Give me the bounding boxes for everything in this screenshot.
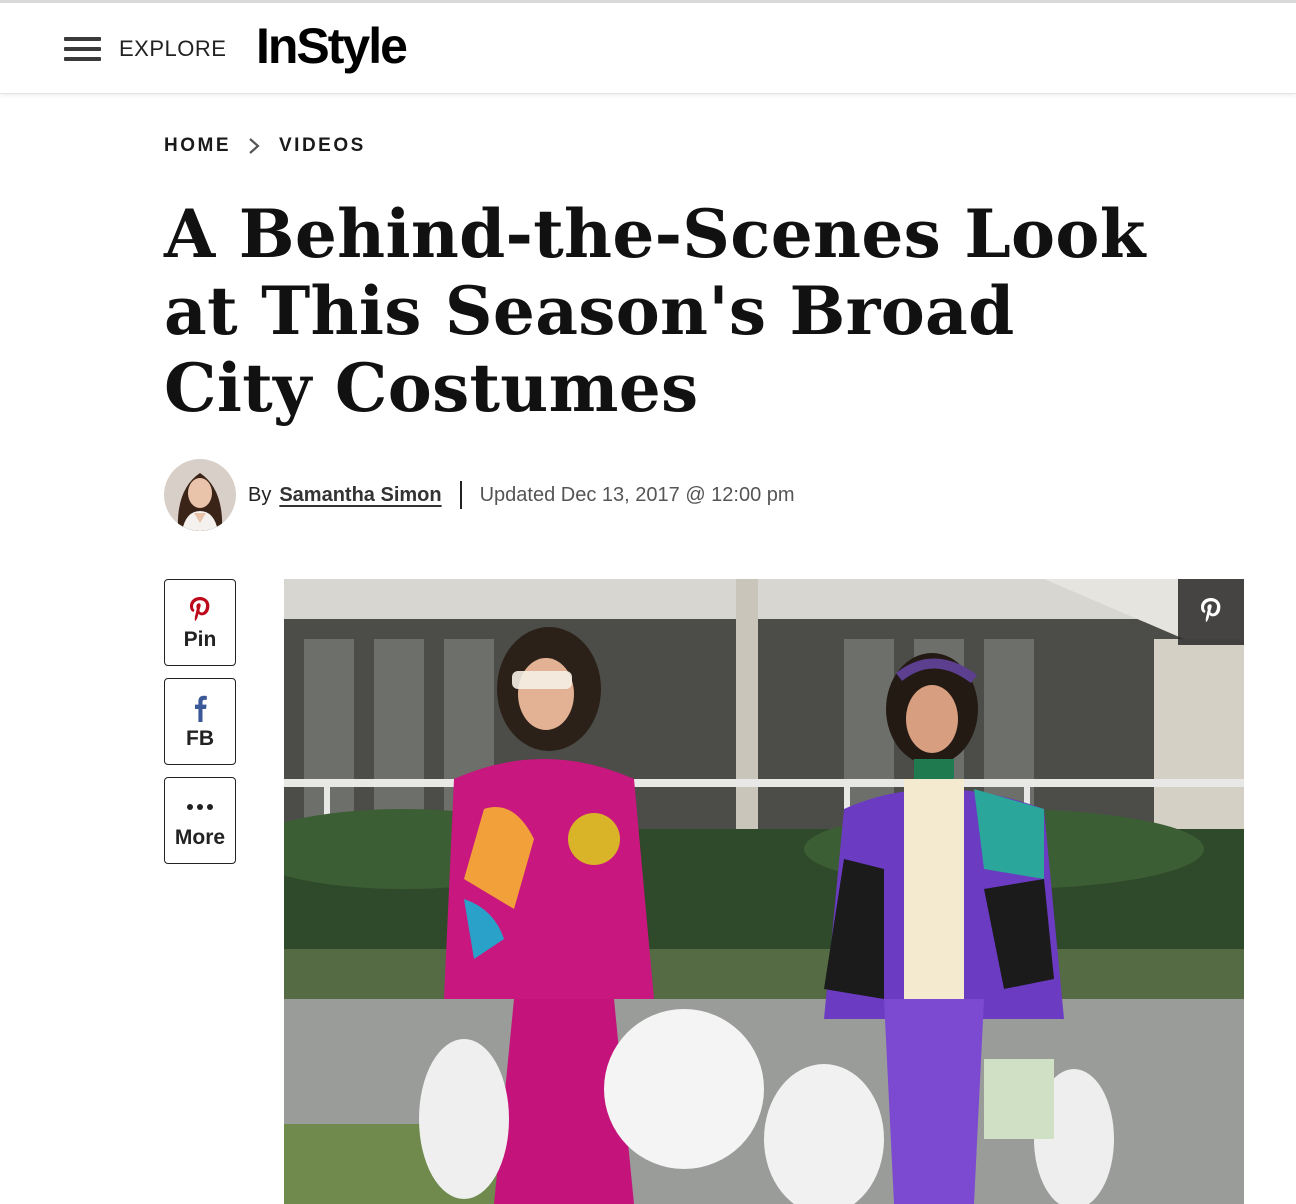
author-link[interactable]: Samantha Simon [279, 484, 441, 507]
more-label: More [174, 825, 226, 849]
pinterest-icon [188, 594, 212, 624]
facebook-share-button[interactable]: FB [164, 678, 236, 765]
more-share-button[interactable]: More [164, 777, 236, 864]
fb-label: FB [186, 726, 214, 750]
byline-divider [459, 481, 462, 509]
site-logo[interactable]: InStyle [256, 17, 408, 75]
pinterest-icon [1199, 595, 1223, 630]
breadcrumb-videos[interactable]: VIDEOS [279, 135, 366, 157]
hamburger-menu-icon[interactable] [64, 35, 102, 63]
pin-share-button[interactable]: Pin [164, 579, 236, 666]
updated-date: Updated Dec 13, 2017 @ 12:00 pm [479, 483, 795, 506]
author-avatar[interactable] [164, 459, 236, 531]
chevron-right-icon [249, 138, 260, 154]
pin-label: Pin [183, 627, 217, 651]
byline: By Samantha Simon Updated Dec 13, 2017 @… [164, 459, 795, 531]
page-title: A Behind-the-Scenes Look at This Season'… [164, 195, 1146, 427]
breadcrumb: HOME VIDEOS [164, 135, 366, 157]
breadcrumb-home[interactable]: HOME [164, 135, 231, 157]
site-header: EXPLORE InStyle [0, 3, 1296, 94]
byline-prefix: By [248, 483, 272, 506]
image-pin-button[interactable] [1178, 579, 1244, 645]
more-dots-icon [186, 792, 214, 822]
explore-link[interactable]: EXPLORE [119, 36, 226, 62]
facebook-icon [192, 693, 208, 723]
hero-image[interactable] [284, 579, 1244, 1204]
